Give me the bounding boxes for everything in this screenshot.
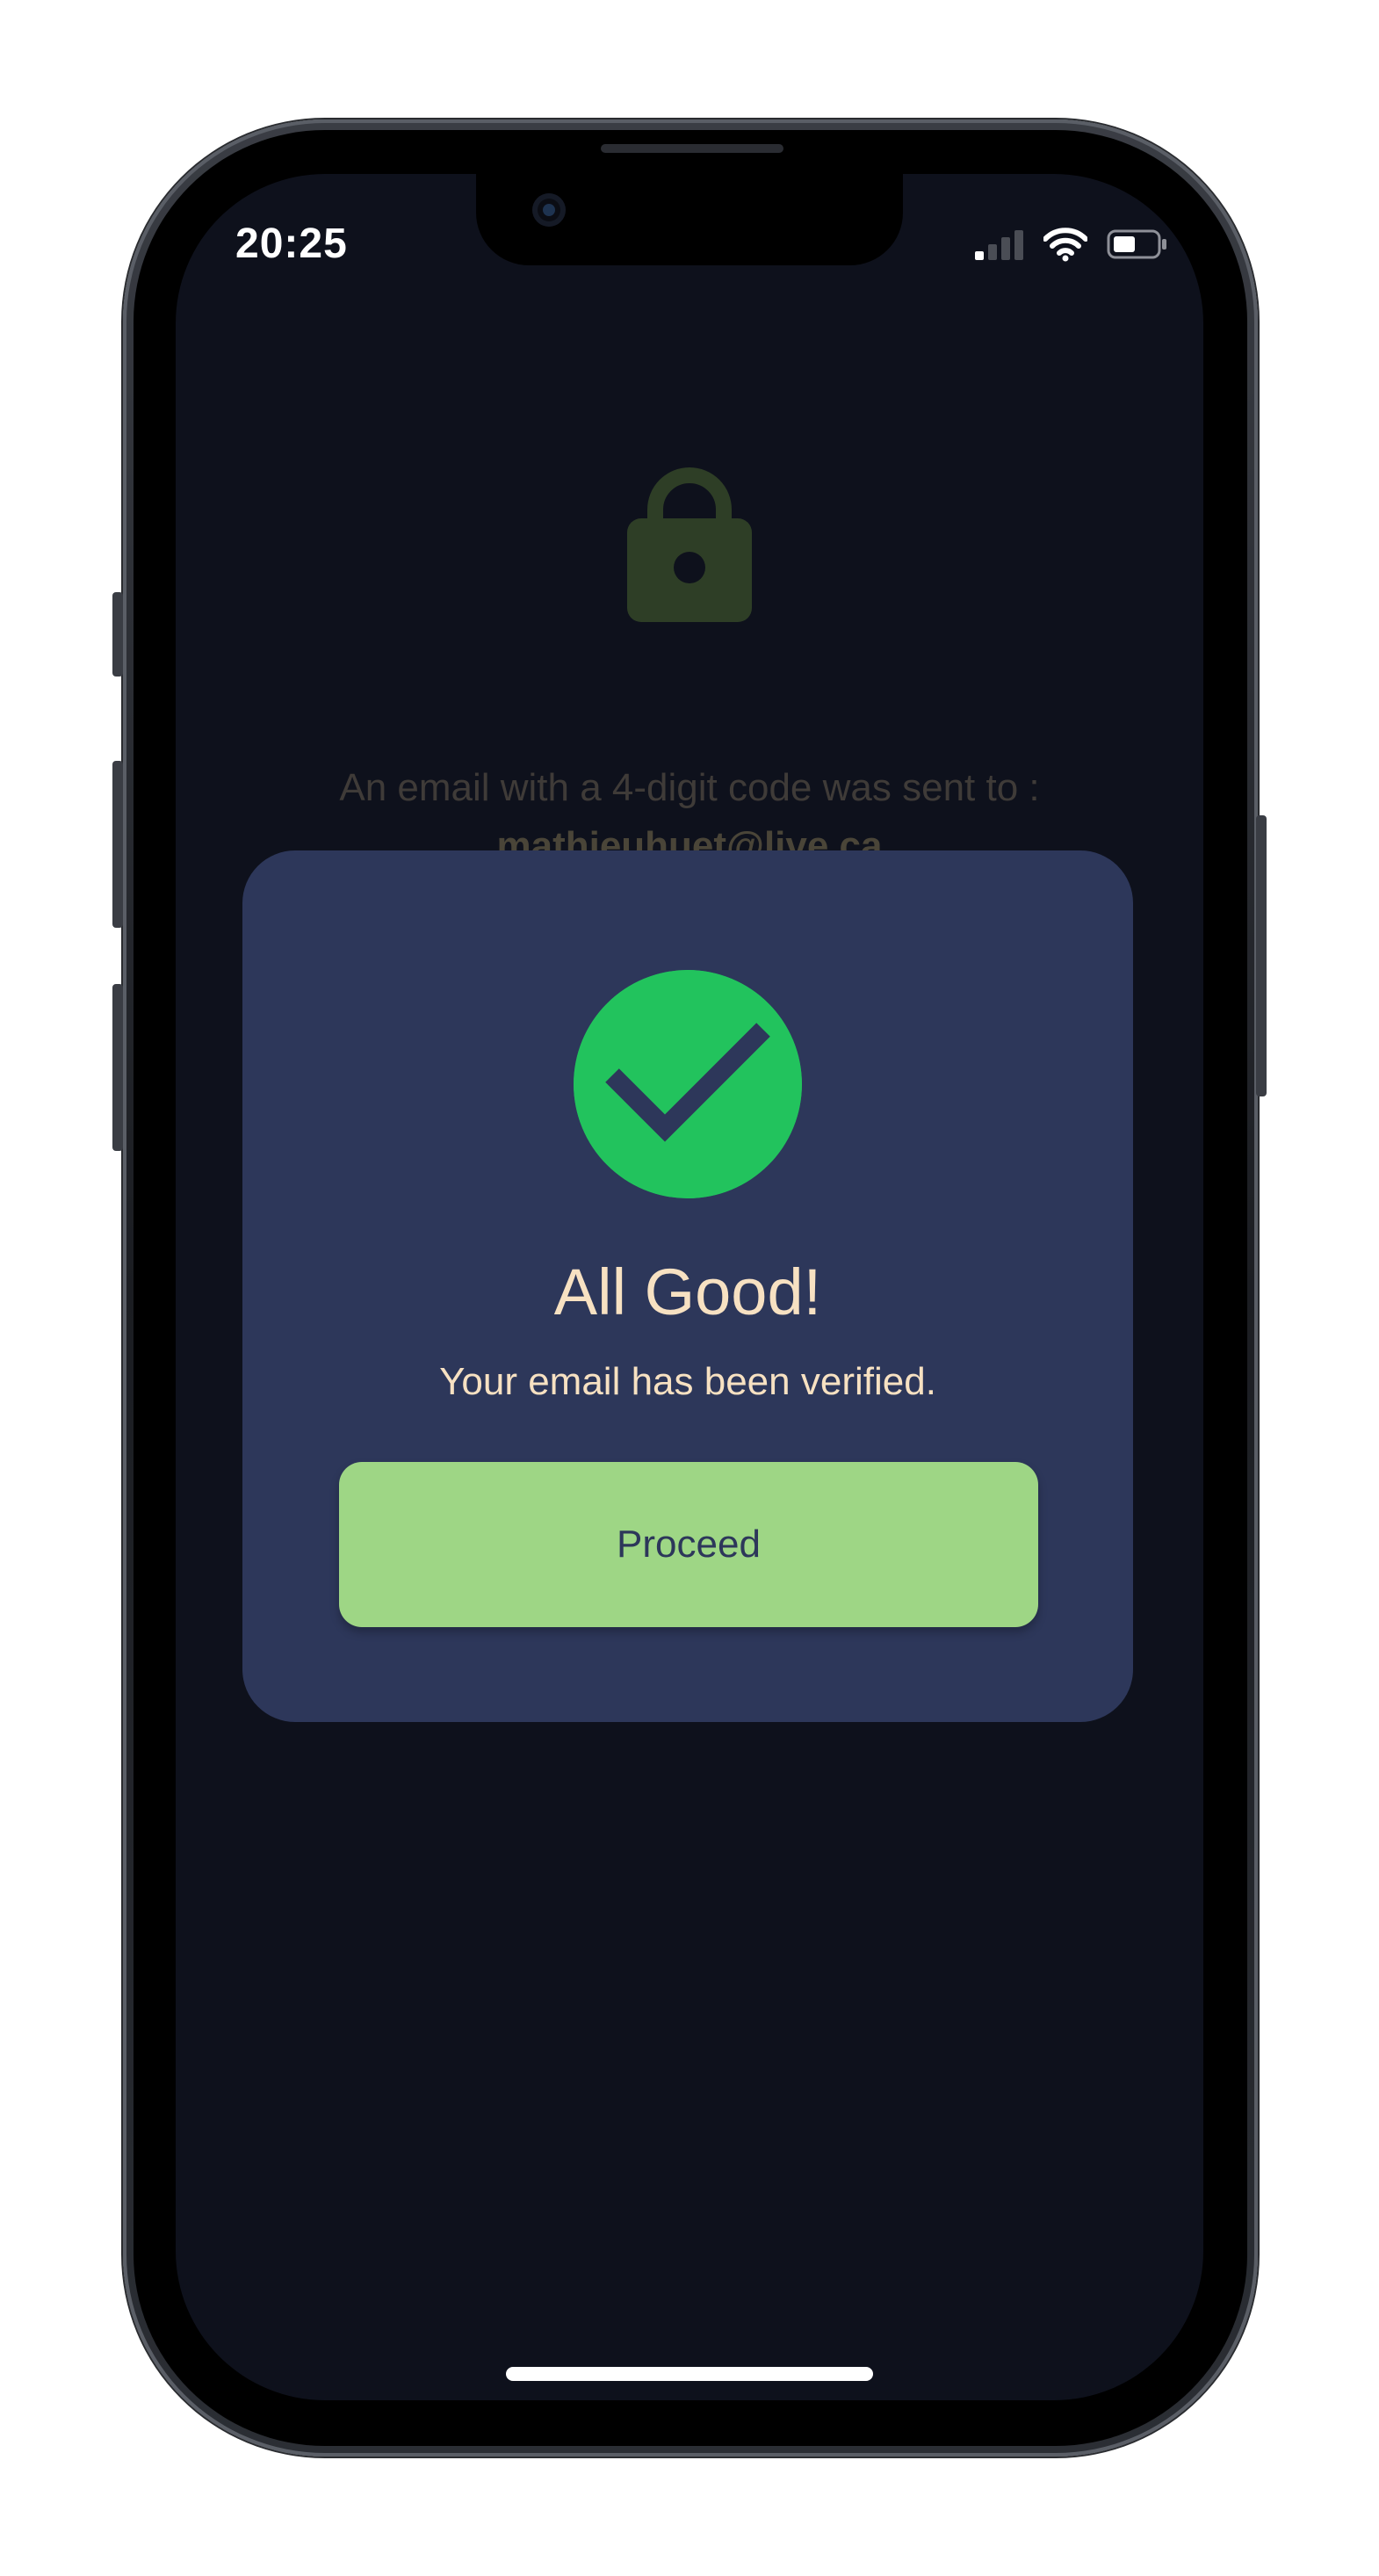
- volume-down-button: [112, 984, 123, 1151]
- status-time: 20:25: [235, 221, 348, 267]
- status-icons: [975, 227, 1168, 262]
- cellular-signal-icon: [975, 230, 1023, 260]
- notch: [476, 174, 903, 265]
- lock-icon: [627, 467, 752, 622]
- home-indicator[interactable]: [506, 2367, 873, 2381]
- checkmark-circle-icon: [574, 970, 802, 1198]
- mute-switch: [112, 592, 123, 677]
- proceed-button[interactable]: Proceed: [339, 1462, 1038, 1627]
- verification-success-modal: All Good! Your email has been verified. …: [242, 850, 1133, 1722]
- modal-title: All Good!: [553, 1255, 822, 1328]
- battery-icon: [1107, 229, 1166, 259]
- wifi-icon: [1043, 228, 1087, 262]
- earpiece-speaker: [601, 144, 783, 153]
- phone-screen: An email with a 4-digit code was sent to…: [176, 174, 1203, 2400]
- modal-subtitle: Your email has been verified.: [439, 1360, 936, 1403]
- volume-up-button: [112, 761, 123, 928]
- power-button: [1256, 815, 1267, 1096]
- front-camera: [532, 193, 566, 227]
- code-sent-message: An email with a 4-digit code was sent to…: [339, 766, 1040, 809]
